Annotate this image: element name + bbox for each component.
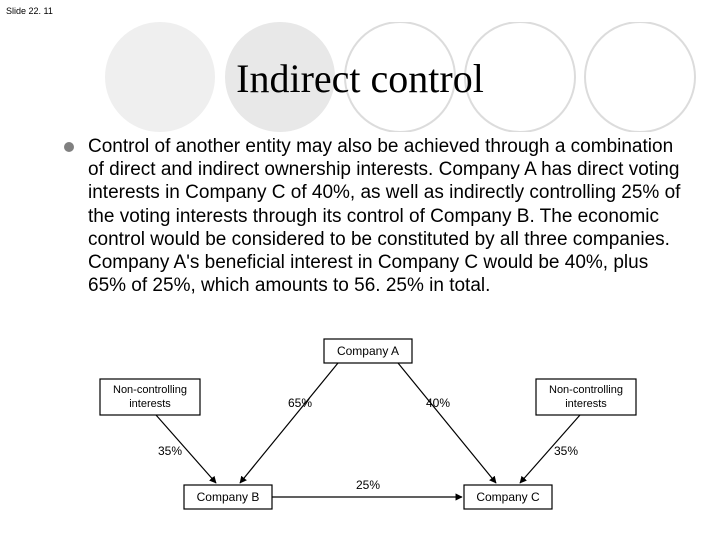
bullet-dot-icon xyxy=(64,142,74,152)
edge-nci-right-to-c: 35% xyxy=(554,444,578,458)
slide-number-label: Slide 22. 11 xyxy=(6,6,53,16)
page-title: Indirect control xyxy=(0,55,720,102)
bullet-item: Control of another entity may also be ac… xyxy=(64,135,688,297)
edge-a-to-c: 40% xyxy=(426,396,450,410)
bullet-text: Control of another entity may also be ac… xyxy=(88,135,688,297)
ownership-diagram: Company A Non-controlling interests Non-… xyxy=(98,335,638,525)
node-nci-left-line2: interests xyxy=(129,398,171,410)
node-company-b: Company B xyxy=(197,490,260,504)
node-nci-left-line1: Non-controlling xyxy=(113,384,187,396)
node-company-c: Company C xyxy=(476,490,540,504)
edge-b-to-c: 25% xyxy=(356,478,380,492)
edge-nci-left-to-b: 35% xyxy=(158,444,182,458)
node-company-a: Company A xyxy=(337,344,399,358)
edge-a-to-b: 65% xyxy=(288,396,312,410)
body-content: Control of another entity may also be ac… xyxy=(64,135,688,297)
node-nci-right-line1: Non-controlling xyxy=(549,384,623,396)
node-nci-right-line2: interests xyxy=(565,398,607,410)
